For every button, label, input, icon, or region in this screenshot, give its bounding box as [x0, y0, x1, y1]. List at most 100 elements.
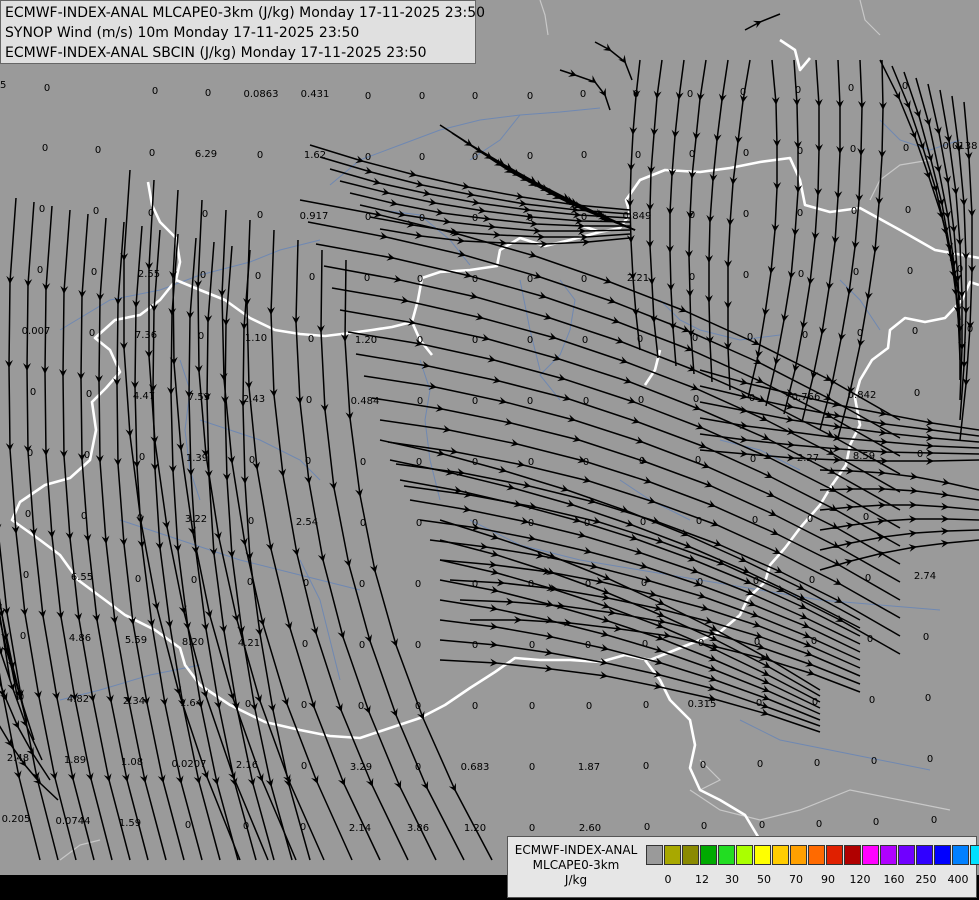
value-label: 8.59: [853, 451, 875, 462]
value-label: 0: [44, 83, 50, 94]
value-label: 0: [527, 151, 533, 162]
legend-tick-label: 0: [664, 873, 672, 886]
value-label: 1.62: [304, 150, 326, 161]
value-label: 0: [903, 143, 909, 154]
value-label: 0.0744: [56, 816, 91, 827]
value-label: 0.842: [848, 390, 877, 401]
legend-swatch: [664, 845, 681, 865]
value-label: 0: [20, 631, 26, 642]
legend-tick-label: 50: [757, 873, 771, 886]
value-label: 0: [749, 393, 755, 404]
value-label: 0: [696, 516, 702, 527]
value-label: 0: [245, 699, 251, 710]
value-label: 0: [848, 83, 854, 94]
value-label: 4.86: [69, 633, 91, 644]
value-label: 2.55: [138, 269, 160, 280]
value-label: 0: [912, 326, 918, 337]
value-label: 0: [137, 513, 143, 524]
value-label: 0: [689, 272, 695, 283]
value-label: 0: [740, 87, 746, 98]
value-label: 0: [743, 209, 749, 220]
value-label: 0: [816, 819, 822, 830]
value-label: 0: [419, 152, 425, 163]
value-label: 0: [419, 91, 425, 102]
value-label: 0: [584, 518, 590, 529]
value-label: 0: [925, 693, 931, 704]
value-label: 0: [639, 456, 645, 467]
value-label: 0: [853, 267, 859, 278]
value-label: 2.14: [349, 823, 371, 834]
legend-swatch: [952, 845, 969, 865]
value-label: 0: [697, 577, 703, 588]
value-label: 0: [243, 821, 249, 832]
value-label: 0: [851, 206, 857, 217]
value-label: 0: [472, 579, 478, 590]
value-label: 0: [753, 576, 759, 587]
value-label: 2.74: [914, 571, 936, 582]
value-label: 1.08: [121, 757, 143, 768]
value-label: 3.29: [350, 762, 372, 773]
value-label: 0: [931, 815, 937, 826]
value-label: 0: [698, 638, 704, 649]
value-label: 0: [416, 457, 422, 468]
value-label: 0.007: [22, 326, 51, 337]
legend-tick-label: 120: [849, 873, 871, 886]
value-label: 0: [927, 754, 933, 765]
value-label: 0: [27, 448, 33, 459]
value-label: 0: [873, 817, 879, 828]
legend-caption: ECMWF-INDEX-ANAL MLCAPE0-3km J/kg: [510, 843, 642, 888]
value-label: 6.55: [71, 572, 93, 583]
legend-tick-label: 70: [789, 873, 803, 886]
value-label: 0: [257, 210, 263, 221]
value-label: 0.0207: [172, 759, 207, 770]
legend-swatch: [736, 845, 753, 865]
value-label: 0: [907, 266, 913, 277]
value-label: 0: [585, 640, 591, 651]
value-label: 0.0138: [943, 141, 978, 152]
value-label: 0: [365, 212, 371, 223]
value-label: 0: [917, 449, 923, 460]
value-label: 2.43: [243, 394, 265, 405]
value-label: 0: [135, 574, 141, 585]
value-label: 0: [139, 452, 145, 463]
value-label: 0: [205, 88, 211, 99]
legend-swatch: [898, 845, 915, 865]
value-label: 0: [148, 208, 154, 219]
value-label: 0: [529, 640, 535, 651]
value-label: 0: [417, 274, 423, 285]
value-label: 0: [364, 273, 370, 284]
value-label: 0: [700, 760, 706, 771]
value-label: 2.27: [797, 453, 819, 464]
value-label: 0: [84, 450, 90, 461]
value-label: 0: [23, 570, 29, 581]
value-label: 0: [902, 81, 908, 92]
value-label: 0: [752, 515, 758, 526]
value-label: 0: [472, 91, 478, 102]
value-label: 0: [93, 206, 99, 217]
value-label: 0: [689, 149, 695, 160]
value-label: 0: [198, 331, 204, 342]
value-label: 0: [360, 457, 366, 468]
value-label: 0: [302, 639, 308, 650]
value-label: 0: [914, 388, 920, 399]
value-label: 0: [580, 89, 586, 100]
value-label: 0: [365, 152, 371, 163]
legend-swatches: [646, 845, 979, 865]
value-label: 0: [967, 324, 973, 335]
legend-swatch: [808, 845, 825, 865]
legend-line-unit: J/kg: [564, 873, 588, 887]
value-label: 0: [417, 335, 423, 346]
legend-swatch: [862, 845, 879, 865]
value-label: 0: [18, 692, 24, 703]
legend-tick-label: 160: [883, 873, 905, 886]
value-label: 0: [871, 756, 877, 767]
value-label: 45: [0, 80, 6, 91]
value-label: 0: [747, 332, 753, 343]
value-label: 1.10: [245, 333, 267, 344]
value-label: 0: [89, 328, 95, 339]
value-label: 0: [86, 389, 92, 400]
value-label: 0: [301, 761, 307, 772]
value-label: 0: [869, 695, 875, 706]
value-label: 0: [305, 456, 311, 467]
value-label: 2.60: [579, 823, 601, 834]
